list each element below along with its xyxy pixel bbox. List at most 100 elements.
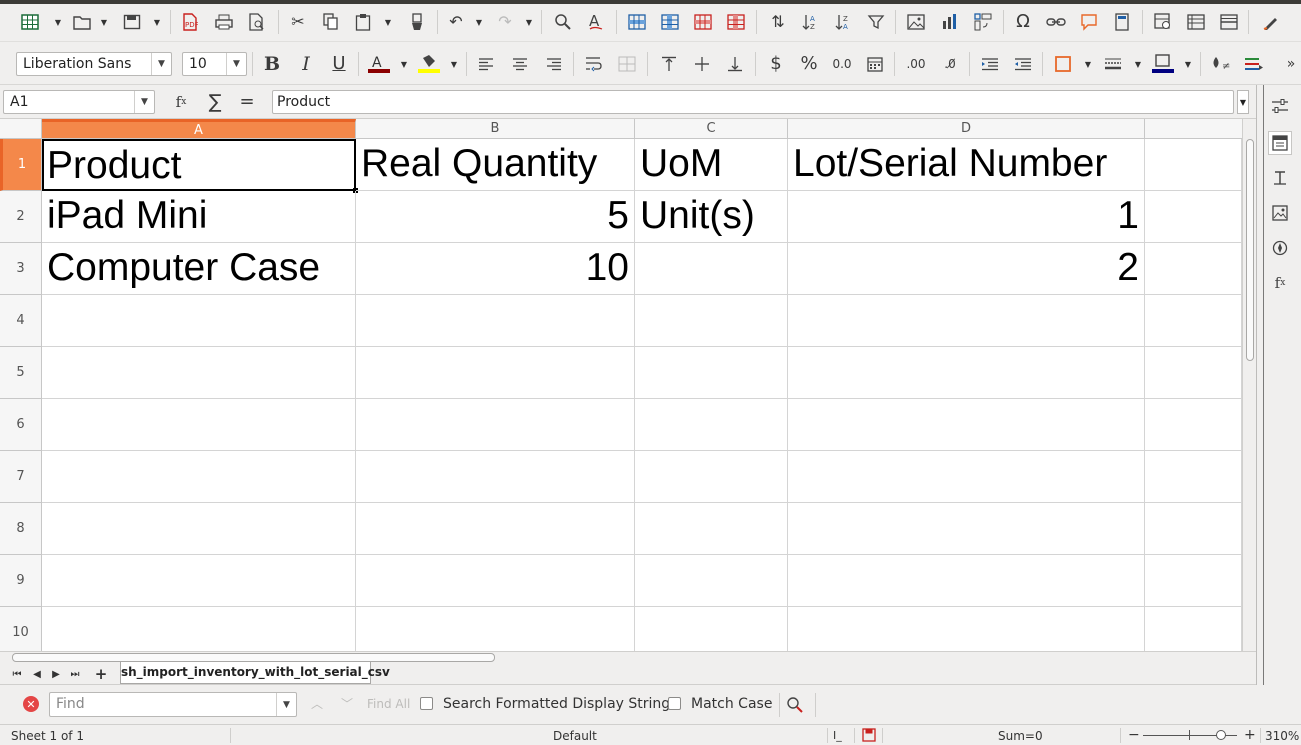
- cell-e8[interactable]: [1145, 503, 1242, 555]
- cell-a8[interactable]: [42, 503, 356, 555]
- sidebar-settings-icon[interactable]: [1268, 94, 1292, 118]
- merge-center-icon[interactable]: [614, 51, 640, 77]
- sidebar-navigator-icon[interactable]: [1268, 236, 1292, 260]
- redo-icon[interactable]: ↷: [492, 9, 518, 35]
- new-dropdown-icon[interactable]: ▼: [53, 9, 63, 35]
- font-color-icon[interactable]: A: [366, 51, 392, 77]
- cell-d7[interactable]: [788, 451, 1145, 503]
- horizontal-scroll-thumb[interactable]: [12, 653, 495, 662]
- cell-d4[interactable]: [788, 295, 1145, 347]
- open-folder-icon[interactable]: [69, 9, 95, 35]
- row-header-4[interactable]: 4: [0, 295, 42, 347]
- column-header-a[interactable]: A: [42, 119, 356, 139]
- insert-image-icon[interactable]: [903, 9, 929, 35]
- save-icon[interactable]: [119, 9, 145, 35]
- percent-format-icon[interactable]: %: [796, 51, 822, 77]
- sidebar-gallery-icon[interactable]: [1268, 201, 1292, 225]
- row-header-7[interactable]: 7: [0, 451, 42, 503]
- font-name-combobox[interactable]: Liberation Sans ▼: [16, 52, 172, 76]
- row-header-8[interactable]: 8: [0, 503, 42, 555]
- next-sheet-icon[interactable]: ▶: [48, 665, 64, 683]
- row-header-6[interactable]: 6: [0, 399, 42, 451]
- cell-b4[interactable]: [356, 295, 635, 347]
- sum-icon[interactable]: ∑: [202, 89, 228, 115]
- function-wizard-icon[interactable]: fx: [168, 89, 194, 115]
- wrap-text-icon[interactable]: [581, 51, 607, 77]
- cell-c9[interactable]: [635, 555, 788, 607]
- row-header-1[interactable]: 1: [0, 139, 42, 191]
- borders-icon[interactable]: [1050, 51, 1076, 77]
- cell-a1[interactable]: Product: [42, 139, 356, 191]
- border-color-dropdown-icon[interactable]: ▼: [1183, 51, 1193, 77]
- conditional-format-icon[interactable]: ≠: [1207, 51, 1233, 77]
- split-window-icon[interactable]: [1216, 9, 1242, 35]
- document-modified-icon[interactable]: [862, 728, 876, 745]
- border-style-dropdown-icon[interactable]: ▼: [1133, 51, 1143, 77]
- cell-b10[interactable]: [356, 607, 635, 651]
- cell-c7[interactable]: [635, 451, 788, 503]
- headers-footers-icon[interactable]: [1109, 9, 1135, 35]
- align-bottom-icon[interactable]: [722, 51, 748, 77]
- hyperlink-icon[interactable]: [1043, 9, 1069, 35]
- delete-decimal-icon[interactable]: .0̸: [937, 51, 963, 77]
- decrease-indent-icon[interactable]: [1010, 51, 1036, 77]
- sort-ascending-icon[interactable]: AZ: [797, 9, 823, 35]
- cell-e4[interactable]: [1145, 295, 1242, 347]
- cell-c3[interactable]: [635, 243, 788, 295]
- cell-e1[interactable]: [1145, 139, 1242, 191]
- row-header-5[interactable]: 5: [0, 347, 42, 399]
- align-center-icon[interactable]: [507, 51, 533, 77]
- find-previous-icon[interactable]: ︿: [304, 691, 330, 717]
- increase-indent-icon[interactable]: [977, 51, 1003, 77]
- first-sheet-icon[interactable]: ⏮: [9, 665, 25, 683]
- underline-icon[interactable]: U: [326, 51, 352, 77]
- cell-b1[interactable]: Real Quantity: [356, 139, 635, 191]
- redo-dropdown-icon[interactable]: ▼: [524, 9, 534, 35]
- italic-icon[interactable]: I: [293, 51, 319, 77]
- find-input[interactable]: Find ▼: [49, 692, 297, 717]
- comment-icon[interactable]: [1076, 9, 1102, 35]
- find-replace-icon[interactable]: [550, 9, 576, 35]
- cell-e7[interactable]: [1145, 451, 1242, 503]
- paste-dropdown-icon[interactable]: ▼: [383, 9, 393, 35]
- open-dropdown-icon[interactable]: ▼: [99, 9, 109, 35]
- previous-sheet-icon[interactable]: ◀: [29, 665, 45, 683]
- print-preview-icon[interactable]: [244, 9, 270, 35]
- find-all-button[interactable]: Find All: [367, 697, 410, 711]
- borders-dropdown-icon[interactable]: ▼: [1083, 51, 1093, 77]
- name-box[interactable]: A1 ▼: [3, 90, 155, 114]
- column-header-b[interactable]: B: [356, 119, 635, 139]
- formula-input[interactable]: Product: [272, 90, 1234, 114]
- cut-icon[interactable]: ✂: [285, 9, 311, 35]
- save-dropdown-icon[interactable]: ▼: [152, 9, 162, 35]
- font-color-dropdown-icon[interactable]: ▼: [399, 51, 409, 77]
- spellcheck-icon[interactable]: A: [583, 9, 609, 35]
- more-options-icon[interactable]: »: [1278, 51, 1301, 77]
- cell-d8[interactable]: [788, 503, 1145, 555]
- undo-icon[interactable]: ↶: [443, 9, 469, 35]
- cell-a7[interactable]: [42, 451, 356, 503]
- vertical-scrollbar[interactable]: [1242, 119, 1256, 651]
- formula-equals-icon[interactable]: =: [234, 89, 260, 115]
- cell-c4[interactable]: [635, 295, 788, 347]
- cell-a2[interactable]: iPad Mini: [42, 191, 356, 243]
- cell-e5[interactable]: [1145, 347, 1242, 399]
- cell-d6[interactable]: [788, 399, 1145, 451]
- border-style-icon[interactable]: [1100, 51, 1126, 77]
- match-case-checkbox[interactable]: [668, 697, 681, 710]
- special-character-icon[interactable]: Ω: [1010, 9, 1036, 35]
- export-pdf-icon[interactable]: PDF: [177, 9, 203, 35]
- chevron-down-icon[interactable]: ▼: [276, 693, 296, 716]
- highlighting-color-icon[interactable]: [416, 51, 442, 77]
- cell-d10[interactable]: [788, 607, 1145, 651]
- font-size-combobox[interactable]: 10 ▼: [182, 52, 247, 76]
- cell-c6[interactable]: [635, 399, 788, 451]
- cell-d9[interactable]: [788, 555, 1145, 607]
- pivot-table-icon[interactable]: [970, 9, 996, 35]
- cell-b9[interactable]: [356, 555, 635, 607]
- vertical-scroll-thumb[interactable]: [1246, 139, 1254, 361]
- cell-a5[interactable]: [42, 347, 356, 399]
- cell-b8[interactable]: [356, 503, 635, 555]
- cell-a6[interactable]: [42, 399, 356, 451]
- bold-icon[interactable]: B: [259, 51, 285, 77]
